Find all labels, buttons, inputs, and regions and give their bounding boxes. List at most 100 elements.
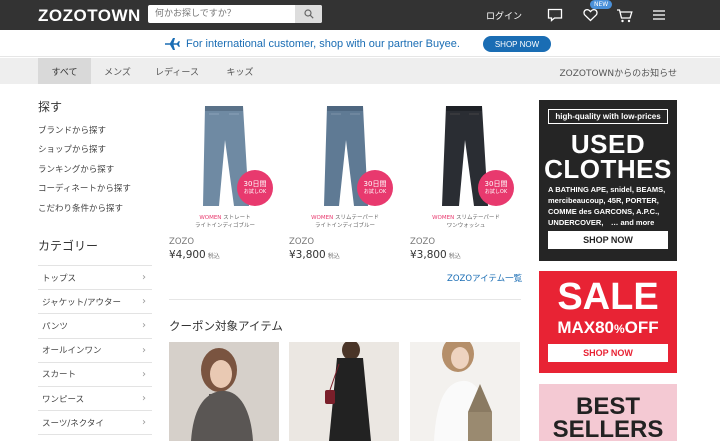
chevron-right-icon: › [142,368,146,380]
tax-label: 税込 [448,253,461,260]
gender-label: WOMEN [432,215,455,221]
sidebar-link-ranking[interactable]: ランキングから探す [38,163,114,175]
sale-discount: MAX80%OFF [539,318,677,338]
product-color: ライトインディゴブルー [314,223,376,229]
used-clothes-ad[interactable]: high-quality with low-prices USED CLOTHE… [539,100,677,261]
badge-sub-text: お試しOK [243,189,267,195]
model-photo [169,342,279,441]
login-link[interactable]: ログイン [486,9,522,22]
category-item-onepiece[interactable]: ワンピース › [38,387,152,412]
explore-heading: 探す [38,100,63,114]
tab-all[interactable]: すべて [38,58,91,84]
badge-main-text: 30日間 [484,180,508,188]
badge-sub-text: お試しOK [484,189,508,195]
product-image[interactable]: 30日間 お試しOK [289,100,401,212]
search-box [148,5,322,23]
product-card[interactable]: 30日間 お試しOK WOMEN スリムテーパード ワンウォッシュ ZOZO ¥3,… [410,100,522,261]
category-item-pants[interactable]: パンツ › [38,314,152,339]
product-price: ¥3,800 [289,249,326,261]
tab-kids[interactable]: キッズ [210,58,270,84]
sellers-heading: SELLERS [552,416,664,441]
model-photo [410,342,520,441]
top-header: ZOZOTOWN ログイン NEW [0,0,720,30]
product-brand: ZOZO [289,237,315,247]
category-label: スーツ/ネクタイ [42,418,104,429]
chevron-right-icon: › [142,272,146,284]
search-input[interactable] [148,5,294,23]
used-shop-now-button[interactable]: SHOP NOW [548,231,668,249]
category-item-jacket[interactable]: ジャケット/アウター › [38,290,152,315]
gender-tabs: すべて メンズ レディース キッズ ZOZOTOWNからのお知らせ [0,58,720,84]
new-badge: NEW [590,0,613,9]
airplane-icon [165,38,180,50]
message-icon[interactable] [546,6,564,24]
category-label: パンツ [42,321,68,332]
sidebar-link-coordinate[interactable]: コーディネートから探す [38,182,131,194]
product-brand: ZOZO [410,237,436,247]
category-item-skirt[interactable]: スカート › [38,363,152,387]
product-image[interactable]: 30日間 お試しOK [410,100,522,212]
buyee-shop-now-button[interactable]: SHOP NOW [483,36,551,52]
product-image[interactable]: 30日間 お試しOK [169,100,281,212]
badge-main-text: 30日間 [363,180,387,188]
product-name: スリムテーパード [455,215,500,221]
chevron-right-icon: › [142,393,146,405]
product-price-row: ¥3,800 税込 [289,249,340,261]
sale-max: MAX80 [557,318,614,337]
tab-mens[interactable]: メンズ [91,58,144,84]
category-item-suits[interactable]: スーツ/ネクタイ › [38,411,152,436]
product-price: ¥3,800 [410,249,447,261]
coupon-item-image[interactable] [410,342,520,441]
best-sellers-ad[interactable]: BEST SELLERS [539,384,677,441]
zozo-items-link[interactable]: ZOZOアイテム一覧 [447,272,522,284]
tax-label: 税込 [327,253,340,260]
product-price-row: ¥3,800 税込 [410,249,461,261]
trial-badge: 30日間 お試しOK [478,170,514,206]
search-button[interactable] [295,5,322,23]
badge-main-text: 30日間 [243,180,267,188]
ad-heading-clothes: CLOTHES [544,154,672,184]
category-heading: カテゴリー [38,239,99,253]
ad-tagline: high-quality with low-prices [548,109,668,124]
zozotown-logo[interactable]: ZOZOTOWN [38,6,141,26]
international-banner: For international customer, shop with ou… [0,30,720,57]
category-item-allinone[interactable]: オールインワン › [38,339,152,363]
model-photo [289,342,399,441]
ad-brand-list: A BATHING APE, snidel, BEAMS, mercibeauc… [548,185,666,227]
badge-sub-text: お試しOK [363,189,387,195]
hamburger-menu-icon[interactable] [650,6,668,24]
category-label: ジャケット/アウター [42,297,121,308]
product-name: ストレート [223,215,251,221]
coupon-item-image[interactable] [169,342,279,441]
chevron-right-icon: › [142,320,146,332]
coupon-item-image[interactable] [289,342,399,441]
category-label: トップス [42,273,77,284]
product-price: ¥4,900 [169,249,206,261]
product-brand: ZOZO [169,237,195,247]
category-label: スカート [42,370,77,381]
banner-text[interactable]: For international customer, shop with ou… [186,38,460,50]
search-icon [303,9,314,19]
product-color: ライトインディゴブルー [194,223,256,229]
product-card[interactable]: 30日間 お試しOK WOMEN スリムテーパード ライトインディゴブルー ZOZO… [289,100,401,261]
zozotown-notice-link[interactable]: ZOZOTOWNからのお知らせ [559,66,677,79]
sale-percent: % [614,322,625,336]
sidebar-link-brand[interactable]: ブランドから探す [38,124,106,136]
product-name: スリムテーパード [334,215,379,221]
cart-icon[interactable] [615,6,633,24]
tax-label: 税込 [207,253,220,260]
sale-shop-now-button[interactable]: SHOP NOW [548,344,668,362]
tab-ladies[interactable]: レディース [144,58,210,84]
product-caption: WOMEN スリムテーパード ライトインディゴブルー [289,214,401,230]
sale-ad[interactable]: SALE MAX80%OFF SHOP NOW [539,271,677,373]
product-card[interactable]: 30日間 お試しOK WOMEN ストレート ライトインディゴブルー ZOZO ¥4… [169,100,281,261]
sidebar-link-shop[interactable]: ショップから探す [38,143,106,155]
trial-badge: 30日間 お試しOK [237,170,273,206]
trial-badge: 30日間 お試しOK [357,170,393,206]
product-caption: WOMEN ストレート ライトインディゴブルー [169,214,281,230]
sidebar-link-conditions[interactable]: こだわり条件から探す [38,202,123,214]
chevron-right-icon: › [142,344,146,356]
coupon-section-title: クーポン対象アイテム [169,319,283,333]
sale-off: OFF [624,318,659,337]
category-item-tops[interactable]: トップス › [38,266,152,291]
